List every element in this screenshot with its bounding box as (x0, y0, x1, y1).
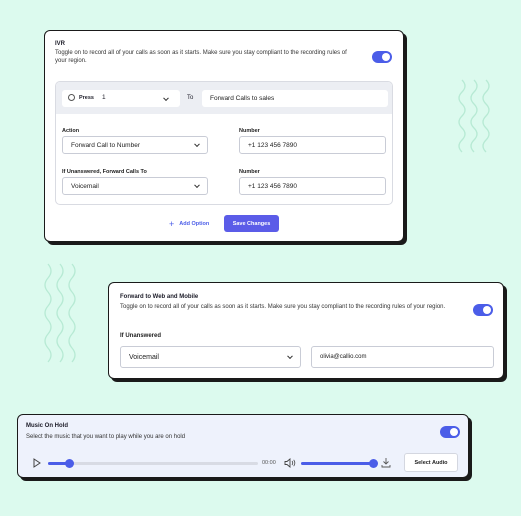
music-card: Music On Hold Select the music that you … (17, 414, 469, 478)
select-audio-button[interactable]: Select Audio (404, 453, 458, 472)
save-changes-button[interactable]: Save Changes (224, 215, 279, 232)
add-option-label: Add Option (179, 221, 210, 227)
forward-unanswered-select[interactable]: Voicemail (120, 346, 301, 368)
volume-track[interactable] (301, 459, 378, 468)
plus-icon: + (169, 219, 175, 229)
time-display: 00:00 (262, 460, 276, 466)
forward-toggle[interactable] (473, 304, 493, 316)
forward-description: Toggle on to record all of your calls as… (120, 304, 446, 310)
to-label: To (187, 95, 194, 101)
ivr-toggle[interactable] (372, 51, 392, 63)
ivr-title: IVR (55, 41, 66, 47)
decorative-wave-right (458, 79, 490, 153)
unanswered-select-value: Voicemail (71, 182, 99, 190)
playback-handle[interactable] (65, 459, 74, 468)
download-icon[interactable] (381, 457, 391, 468)
chevron-down-icon (194, 141, 200, 148)
ivr-card: IVR Toggle on to record all of your call… (44, 30, 404, 242)
number-input-1[interactable]: +1 123 456 7890 (239, 136, 386, 154)
chevron-down-icon (194, 182, 200, 189)
forward-title: Forward to Web and Mobile (120, 294, 199, 300)
add-option-button[interactable]: + Add Option (169, 218, 209, 230)
forward-unanswered-label: If Unanswered (120, 333, 162, 339)
press-select[interactable]: 1 (102, 94, 106, 101)
forward-email-input[interactable]: olivia@callio.com (311, 346, 494, 368)
action-select[interactable]: Forward Call to Number (62, 136, 208, 154)
number-input-2[interactable]: +1 123 456 7890 (239, 177, 386, 195)
ivr-description: Toggle on to record all of your calls as… (55, 50, 347, 64)
action-select-value: Forward Call to Number (71, 141, 140, 149)
play-icon[interactable] (33, 458, 41, 468)
action-label: Action (62, 128, 80, 134)
press-label: Press (79, 95, 94, 101)
chevron-down-icon (287, 353, 293, 360)
music-description: Select the music that you want to play w… (26, 434, 186, 440)
number-label-1: Number (239, 128, 260, 134)
music-toggle[interactable] (440, 426, 460, 438)
volume-level (301, 462, 373, 465)
forward-select-value: Voicemail (129, 353, 159, 361)
press-chip: Press 1 (62, 90, 180, 107)
volume-icon[interactable] (284, 458, 296, 468)
chevron-down-icon (163, 94, 169, 101)
to-input[interactable]: Forward Calls to sales (202, 90, 388, 107)
ivr-option-panel: Press 1 To Forward Calls to sales Action… (55, 81, 393, 205)
playback-track[interactable] (48, 459, 258, 468)
unanswered-select[interactable]: Voicemail (62, 177, 208, 195)
decorative-wave-left (44, 263, 76, 363)
dial-icon (68, 94, 75, 101)
unanswered-label: If Unanswered, Forward Calls To (62, 169, 147, 175)
number-label-2: Number (239, 169, 260, 175)
forward-card: Forward to Web and Mobile Toggle on to r… (108, 282, 504, 379)
music-title: Music On Hold (26, 423, 68, 429)
volume-handle[interactable] (369, 459, 378, 468)
